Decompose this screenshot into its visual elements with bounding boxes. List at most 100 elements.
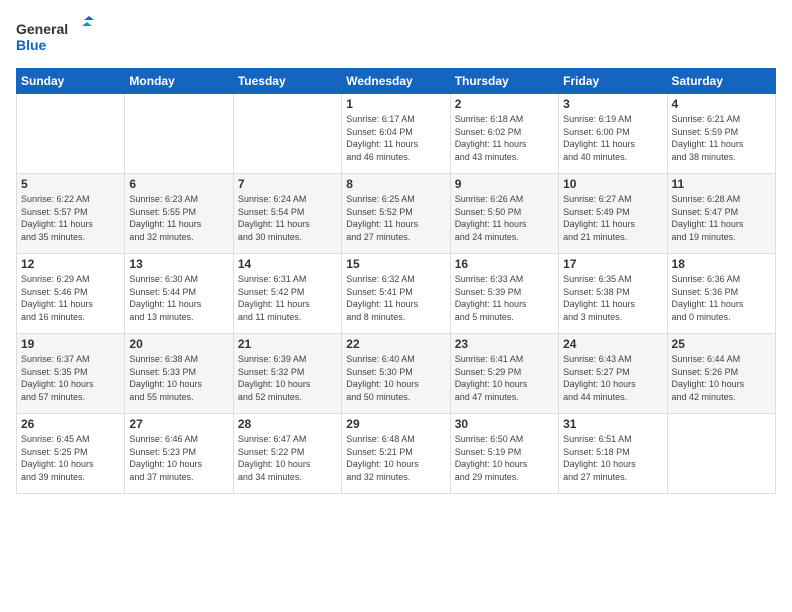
calendar-cell: 21 Sunrise: 6:39 AM Sunset: 5:32 PM Dayli… (233, 334, 341, 414)
day-number: 2 (455, 97, 554, 111)
day-info: Sunrise: 6:40 AM Sunset: 5:30 PM Dayligh… (346, 353, 445, 403)
day-number: 22 (346, 337, 445, 351)
weekday-header-row: SundayMondayTuesdayWednesdayThursdayFrid… (17, 69, 776, 94)
day-info: Sunrise: 6:24 AM Sunset: 5:54 PM Dayligh… (238, 193, 337, 243)
logo: General Blue (16, 16, 96, 56)
day-info: Sunrise: 6:48 AM Sunset: 5:21 PM Dayligh… (346, 433, 445, 483)
day-number: 26 (21, 417, 120, 431)
day-info: Sunrise: 6:50 AM Sunset: 5:19 PM Dayligh… (455, 433, 554, 483)
weekday-header-thursday: Thursday (450, 69, 558, 94)
calendar-cell: 15 Sunrise: 6:32 AM Sunset: 5:41 PM Dayli… (342, 254, 450, 334)
calendar-cell: 7Sunrise: 6:24 AM Sunset: 5:54 PM Daylig… (233, 174, 341, 254)
calendar-cell: 19Sunrise: 6:37 AM Sunset: 5:35 PM Dayli… (17, 334, 125, 414)
calendar-cell: 16 Sunrise: 6:33 AM Sunset: 5:39 PM Dayli… (450, 254, 558, 334)
day-number: 4 (672, 97, 771, 111)
day-number: 12 (21, 257, 120, 271)
day-info: Sunrise: 6:29 AM Sunset: 5:46 PM Dayligh… (21, 273, 120, 323)
calendar-cell: 24 Sunrise: 6:43 AM Sunset: 5:27 PM Dayli… (559, 334, 667, 414)
weekday-header-monday: Monday (125, 69, 233, 94)
calendar-cell: 1Sunrise: 6:17 AM Sunset: 6:04 PM Daylig… (342, 94, 450, 174)
day-info: Sunrise: 6:23 AM Sunset: 5:55 PM Dayligh… (129, 193, 228, 243)
calendar-cell (17, 94, 125, 174)
day-number: 13 (129, 257, 228, 271)
calendar-week-row: 19Sunrise: 6:37 AM Sunset: 5:35 PM Dayli… (17, 334, 776, 414)
day-number: 17 (563, 257, 662, 271)
calendar-cell: 12 Sunrise: 6:29 AM Sunset: 5:46 PM Dayli… (17, 254, 125, 334)
calendar-cell: 22 Sunrise: 6:40 AM Sunset: 5:30 PM Dayli… (342, 334, 450, 414)
day-number: 6 (129, 177, 228, 191)
svg-text:Blue: Blue (16, 37, 47, 53)
day-info: Sunrise: 6:41 AM Sunset: 5:29 PM Dayligh… (455, 353, 554, 403)
day-number: 31 (563, 417, 662, 431)
day-number: 9 (455, 177, 554, 191)
day-number: 15 (346, 257, 445, 271)
calendar-week-row: 26 Sunrise: 6:45 AM Sunset: 5:25 PM Dayli… (17, 414, 776, 494)
day-info: Sunrise: 6:30 AM Sunset: 5:44 PM Dayligh… (129, 273, 228, 323)
day-number: 3 (563, 97, 662, 111)
day-number: 29 (346, 417, 445, 431)
calendar-cell: 5 Sunrise: 6:22 AM Sunset: 5:57 PM Daylig… (17, 174, 125, 254)
day-number: 27 (129, 417, 228, 431)
svg-text:General: General (16, 21, 68, 37)
calendar-cell: 3 Sunrise: 6:19 AM Sunset: 6:00 PM Daylig… (559, 94, 667, 174)
day-number: 24 (563, 337, 662, 351)
calendar-cell: 29 Sunrise: 6:48 AM Sunset: 5:21 PM Dayli… (342, 414, 450, 494)
calendar-cell: 17Sunrise: 6:35 AM Sunset: 5:38 PM Dayli… (559, 254, 667, 334)
day-info: Sunrise: 6:43 AM Sunset: 5:27 PM Dayligh… (563, 353, 662, 403)
calendar-cell: 31 Sunrise: 6:51 AM Sunset: 5:18 PM Dayli… (559, 414, 667, 494)
day-number: 21 (238, 337, 337, 351)
day-info: Sunrise: 6:36 AM Sunset: 5:36 PM Dayligh… (672, 273, 771, 323)
day-info: Sunrise: 6:51 AM Sunset: 5:18 PM Dayligh… (563, 433, 662, 483)
day-info: Sunrise: 6:32 AM Sunset: 5:41 PM Dayligh… (346, 273, 445, 323)
day-number: 23 (455, 337, 554, 351)
day-info: Sunrise: 6:38 AM Sunset: 5:33 PM Dayligh… (129, 353, 228, 403)
calendar-cell: 10Sunrise: 6:27 AM Sunset: 5:49 PM Dayli… (559, 174, 667, 254)
page: General Blue SundayMondayTuesdayWednesda… (0, 0, 792, 612)
calendar-cell: 23 Sunrise: 6:41 AM Sunset: 5:29 PM Dayli… (450, 334, 558, 414)
day-info: Sunrise: 6:39 AM Sunset: 5:32 PM Dayligh… (238, 353, 337, 403)
calendar-cell (667, 414, 775, 494)
calendar-cell: 11 Sunrise: 6:28 AM Sunset: 5:47 PM Dayli… (667, 174, 775, 254)
day-number: 30 (455, 417, 554, 431)
calendar-cell: 2 Sunrise: 6:18 AM Sunset: 6:02 PM Daylig… (450, 94, 558, 174)
weekday-header-wednesday: Wednesday (342, 69, 450, 94)
day-number: 25 (672, 337, 771, 351)
calendar-cell: 25 Sunrise: 6:44 AM Sunset: 5:26 PM Dayli… (667, 334, 775, 414)
day-info: Sunrise: 6:31 AM Sunset: 5:42 PM Dayligh… (238, 273, 337, 323)
calendar-cell: 6 Sunrise: 6:23 AM Sunset: 5:55 PM Daylig… (125, 174, 233, 254)
day-number: 20 (129, 337, 228, 351)
day-number: 1 (346, 97, 445, 111)
day-info: Sunrise: 6:18 AM Sunset: 6:02 PM Dayligh… (455, 113, 554, 163)
day-number: 16 (455, 257, 554, 271)
calendar-cell: 14Sunrise: 6:31 AM Sunset: 5:42 PM Dayli… (233, 254, 341, 334)
day-info: Sunrise: 6:44 AM Sunset: 5:26 PM Dayligh… (672, 353, 771, 403)
day-info: Sunrise: 6:25 AM Sunset: 5:52 PM Dayligh… (346, 193, 445, 243)
calendar-cell: 27Sunrise: 6:46 AM Sunset: 5:23 PM Dayli… (125, 414, 233, 494)
day-info: Sunrise: 6:45 AM Sunset: 5:25 PM Dayligh… (21, 433, 120, 483)
day-info: Sunrise: 6:19 AM Sunset: 6:00 PM Dayligh… (563, 113, 662, 163)
calendar-cell: 8Sunrise: 6:25 AM Sunset: 5:52 PM Daylig… (342, 174, 450, 254)
calendar-week-row: 1Sunrise: 6:17 AM Sunset: 6:04 PM Daylig… (17, 94, 776, 174)
calendar-week-row: 12 Sunrise: 6:29 AM Sunset: 5:46 PM Dayli… (17, 254, 776, 334)
day-info: Sunrise: 6:22 AM Sunset: 5:57 PM Dayligh… (21, 193, 120, 243)
calendar-cell (125, 94, 233, 174)
day-info: Sunrise: 6:26 AM Sunset: 5:50 PM Dayligh… (455, 193, 554, 243)
calendar-cell: 13 Sunrise: 6:30 AM Sunset: 5:44 PM Dayli… (125, 254, 233, 334)
weekday-header-friday: Friday (559, 69, 667, 94)
day-info: Sunrise: 6:28 AM Sunset: 5:47 PM Dayligh… (672, 193, 771, 243)
calendar-cell: 18 Sunrise: 6:36 AM Sunset: 5:36 PM Dayli… (667, 254, 775, 334)
calendar-week-row: 5 Sunrise: 6:22 AM Sunset: 5:57 PM Daylig… (17, 174, 776, 254)
day-number: 10 (563, 177, 662, 191)
calendar-cell: 30 Sunrise: 6:50 AM Sunset: 5:19 PM Dayli… (450, 414, 558, 494)
calendar-cell: 28 Sunrise: 6:47 AM Sunset: 5:22 PM Dayli… (233, 414, 341, 494)
day-info: Sunrise: 6:47 AM Sunset: 5:22 PM Dayligh… (238, 433, 337, 483)
day-info: Sunrise: 6:33 AM Sunset: 5:39 PM Dayligh… (455, 273, 554, 323)
calendar-cell: 26 Sunrise: 6:45 AM Sunset: 5:25 PM Dayli… (17, 414, 125, 494)
logo-svg: General Blue (16, 16, 96, 56)
day-number: 28 (238, 417, 337, 431)
day-number: 18 (672, 257, 771, 271)
calendar-cell: 9 Sunrise: 6:26 AM Sunset: 5:50 PM Daylig… (450, 174, 558, 254)
weekday-header-saturday: Saturday (667, 69, 775, 94)
day-number: 11 (672, 177, 771, 191)
day-number: 5 (21, 177, 120, 191)
